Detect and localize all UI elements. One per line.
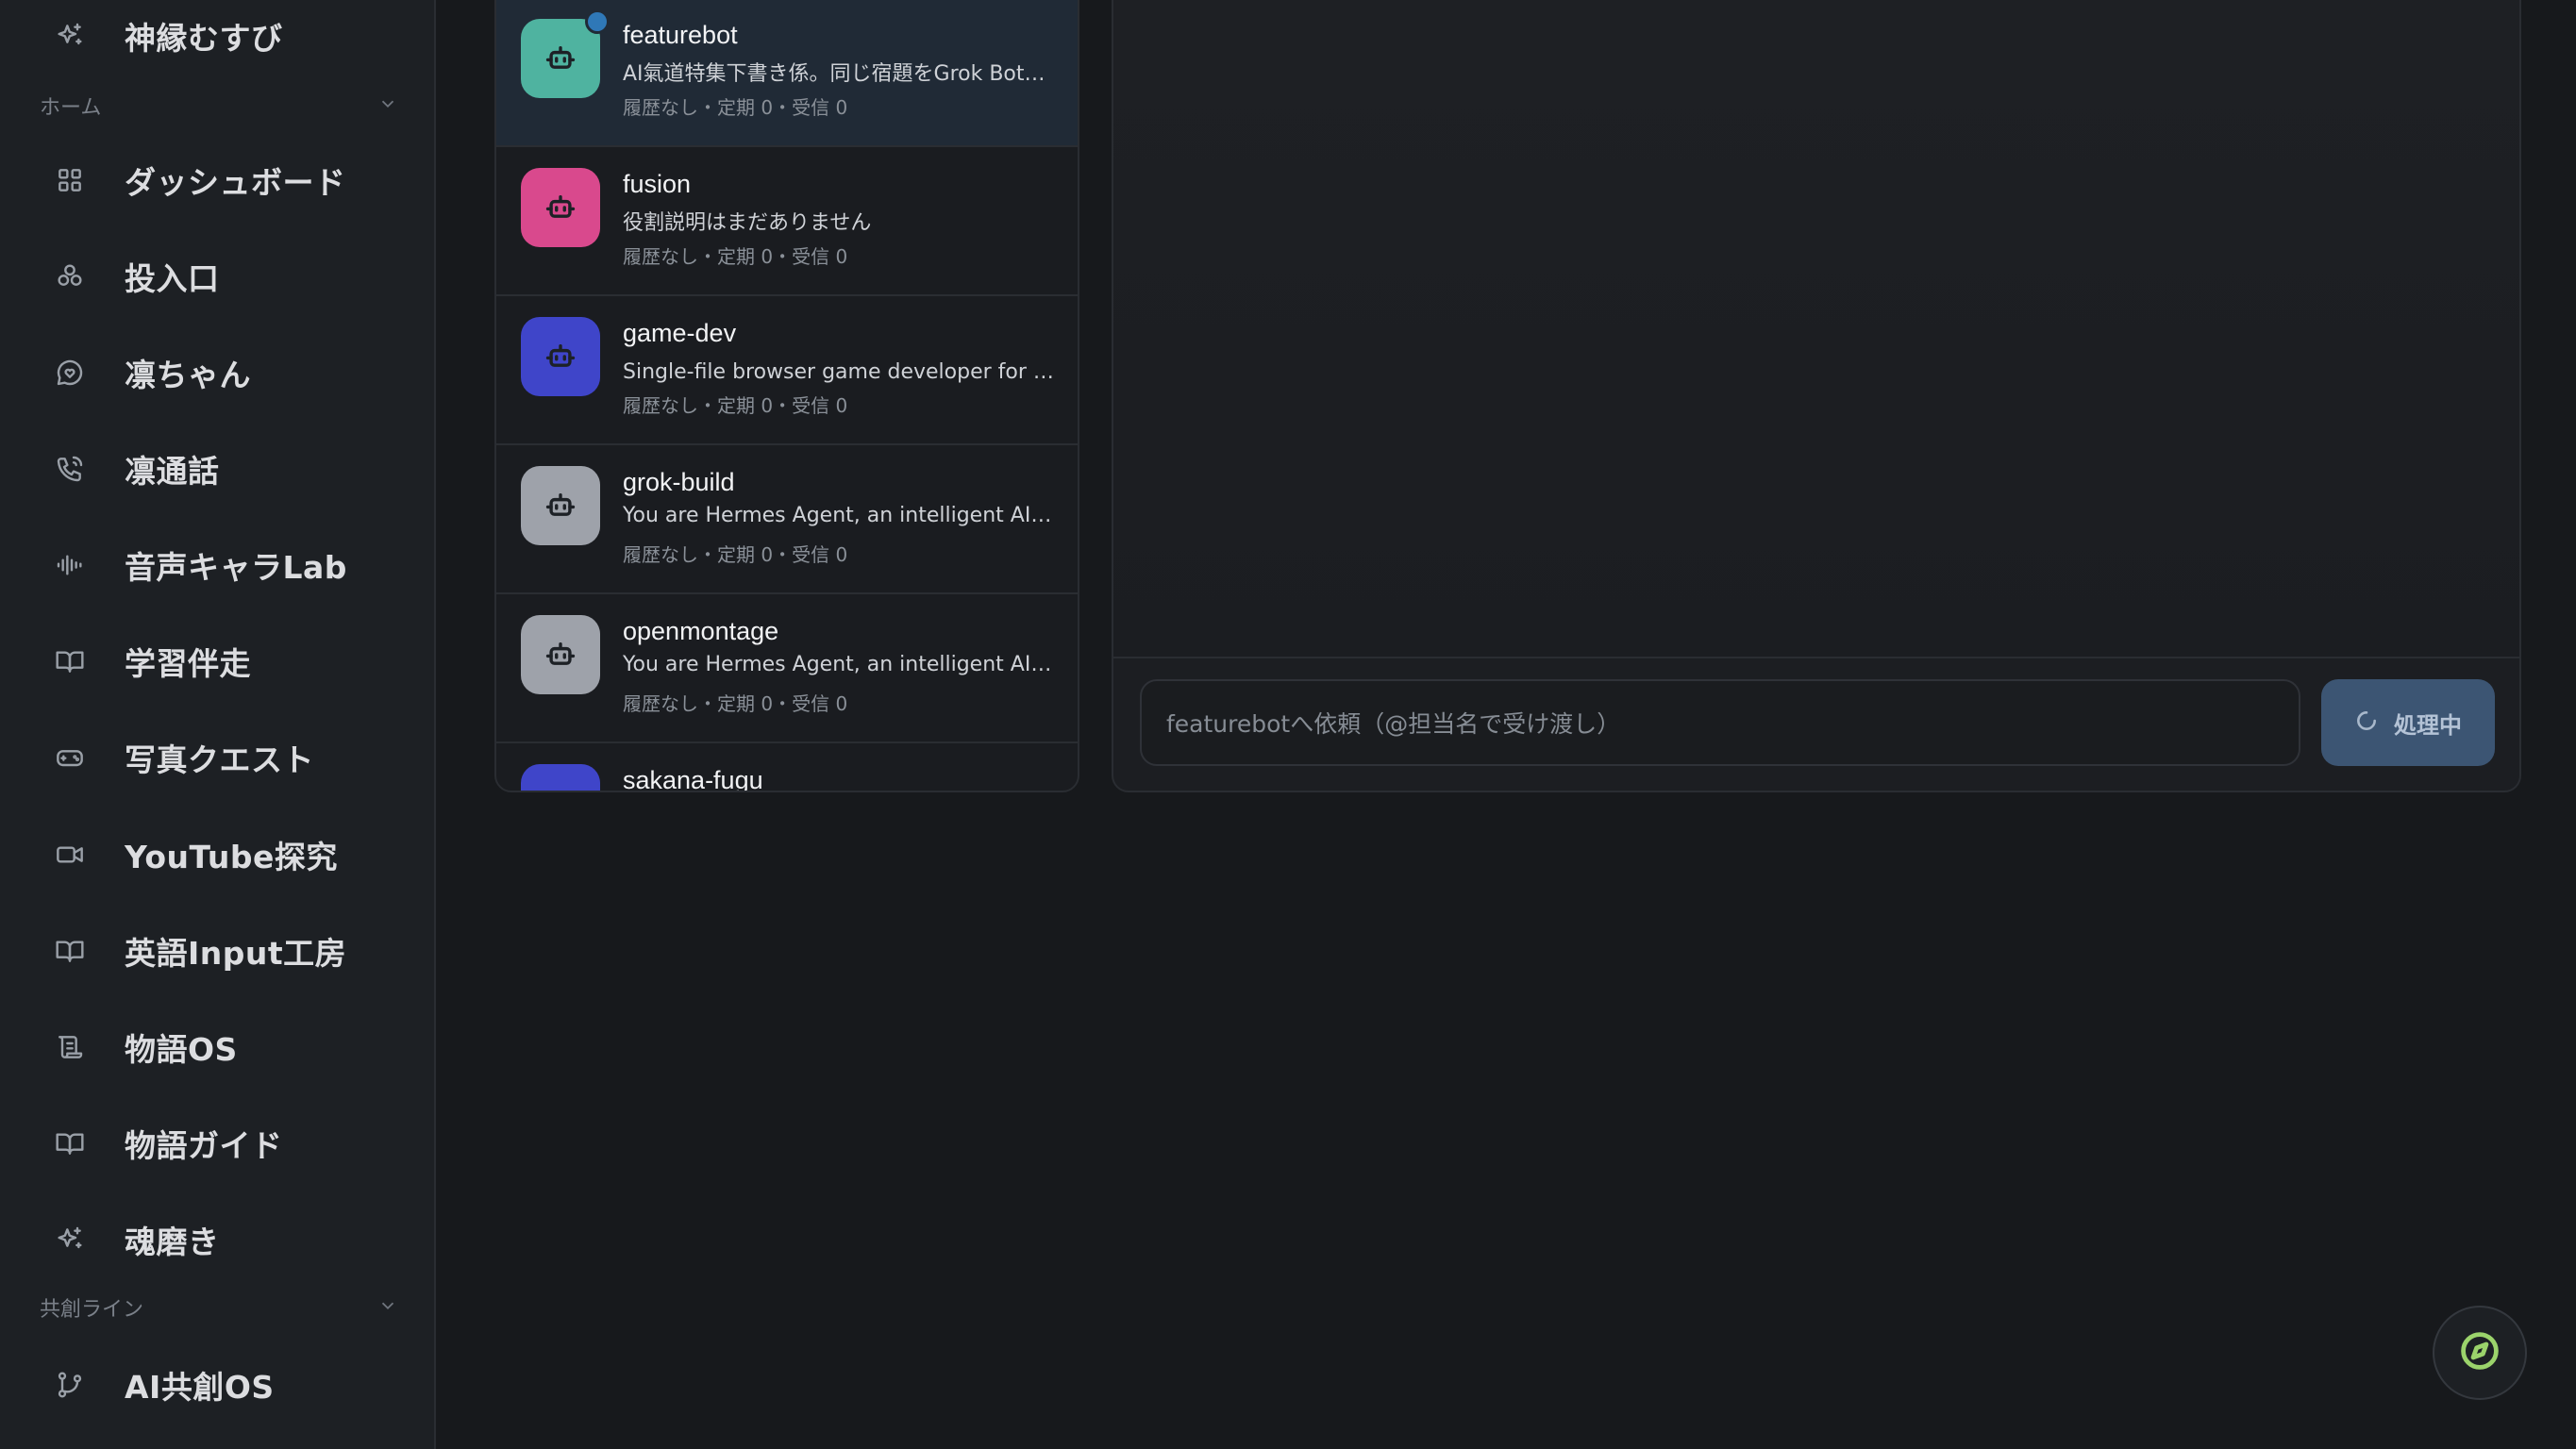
- audio-wave-icon: [38, 550, 106, 580]
- sidebar-item-label: 英語Input工房: [125, 935, 347, 972]
- agent-meta: 履歴なし・定期 0・受信 0: [623, 394, 848, 417]
- agent-name: openmontage: [623, 617, 779, 645]
- sidebar-item-shinen-musubi[interactable]: 神縁むすび: [38, 0, 396, 74]
- agent-row-featurebot[interactable]: featurebot AI氣道特集下書き係。同じ宿題をGrok Botと… 履歴…: [496, 0, 1078, 147]
- sidebar-item-soul-polish[interactable]: 魂磨き: [38, 1202, 396, 1277]
- sparkles-icon: [38, 1224, 106, 1255]
- agent-list: featurebot AI氣道特集下書き係。同じ宿題をGrok Botと… 履歴…: [494, 0, 1079, 792]
- sidebar-item-rin-chan[interactable]: 凛ちゃん: [38, 335, 396, 410]
- bot-icon: [545, 641, 576, 665]
- agent-description: You are Hermes Agent, an intelligent AI …: [623, 653, 1057, 676]
- sidebar-item-label: 凛通話: [125, 453, 220, 490]
- agent-meta: 履歴なし・定期 0・受信 0: [623, 692, 848, 715]
- agent-description: Single-file browser game developer for A…: [623, 360, 1057, 384]
- book-icon: [38, 1128, 106, 1158]
- bot-icon: [545, 194, 576, 218]
- avatar: [521, 615, 600, 694]
- bot-icon: [544, 788, 577, 792]
- agent-meta: 履歴なし・定期 0・受信 0: [623, 543, 848, 566]
- grid-icon: [38, 165, 106, 195]
- sidebar-item-label: 投入口: [125, 260, 220, 297]
- phone-icon: [38, 454, 106, 484]
- agent-name: game-dev: [623, 319, 737, 347]
- avatar: [521, 466, 600, 545]
- message-input[interactable]: featurebotへ依頼（@担当名で受け渡し）: [1140, 679, 2300, 766]
- agent-name: fusion: [623, 170, 692, 198]
- sidebar-item-voice-lab[interactable]: 音声キャラLab: [38, 527, 396, 603]
- agent-meta: 履歴なし・定期 0・受信 0: [623, 96, 848, 119]
- spinner-icon: [2354, 708, 2379, 737]
- bot-icon: [545, 343, 576, 367]
- agent-description: 役割説明はまだありません: [623, 211, 872, 235]
- sidebar-item-label: 学習伴走: [125, 645, 251, 682]
- agent-description: AI氣道特集下書き係。同じ宿題をGrok Botと…: [623, 62, 1057, 86]
- sidebar-item-ai-cocreation-os[interactable]: AI共創OS: [38, 1347, 396, 1423]
- sidebar-item-label: ダッシュボード: [125, 164, 346, 201]
- agent-name: sakana-fugu: [623, 766, 763, 792]
- git-branch-icon: [38, 1370, 106, 1400]
- message-area[interactable]: [1113, 0, 2519, 658]
- gamepad-icon: [38, 742, 106, 773]
- sidebar-item-youtube[interactable]: YouTube探究: [38, 817, 396, 892]
- group-label: ホーム: [40, 96, 102, 120]
- sidebar: 神縁むすび ホーム ダッシュボード 投入口 凛ちゃん 凛通話 音声キャラLab: [0, 0, 436, 1449]
- agent-name: featurebot: [623, 21, 738, 49]
- agent-name: grok-build: [623, 468, 735, 496]
- sidebar-item-label: 魂磨き: [125, 1224, 220, 1260]
- sidebar-item-story-guide[interactable]: 物語ガイド: [38, 1106, 396, 1181]
- sidebar-item-dashboard[interactable]: ダッシュボード: [38, 142, 396, 218]
- chevron-down-icon: [377, 1295, 398, 1320]
- processing-label: 処理中: [2394, 711, 2462, 739]
- group-header-cocreation[interactable]: 共創ライン: [40, 1289, 398, 1326]
- bot-icon: [545, 45, 576, 69]
- group-label: 共創ライン: [40, 1298, 144, 1322]
- agent-row-fusion[interactable]: fusion 役割説明はまだありません 履歴なし・定期 0・受信 0: [496, 147, 1078, 296]
- compass-button[interactable]: [2433, 1306, 2527, 1400]
- video-icon: [38, 840, 106, 870]
- sparkles-icon: [38, 21, 106, 51]
- sidebar-item-label: 物語OS: [125, 1031, 238, 1068]
- shapes-icon: [38, 261, 106, 291]
- chat-panel: featurebotへ依頼（@担当名で受け渡し） 処理中: [1112, 0, 2521, 792]
- sidebar-item-label: 神縁むすび: [125, 20, 283, 57]
- sidebar-item-label: 物語ガイド: [125, 1127, 283, 1164]
- sidebar-item-intake[interactable]: 投入口: [38, 239, 396, 314]
- avatar: [521, 168, 600, 247]
- sidebar-item-label: YouTube探究: [125, 839, 338, 875]
- sidebar-item-label: AI共創OS: [125, 1369, 275, 1406]
- bot-icon: [545, 492, 576, 516]
- book-icon: [38, 646, 106, 676]
- sidebar-item-label: 凛ちゃん: [125, 357, 251, 393]
- sidebar-item-label: 音声キャラLab: [125, 549, 347, 586]
- scroll-icon: [38, 1032, 106, 1062]
- sidebar-item-photo-quest[interactable]: 写真クエスト: [38, 720, 396, 795]
- processing-button[interactable]: 処理中: [2321, 679, 2495, 766]
- avatar: [521, 317, 600, 396]
- agent-row-game-dev[interactable]: game-dev Single-file browser game develo…: [496, 296, 1078, 445]
- heart-chat-icon: [38, 358, 106, 388]
- book-icon: [38, 936, 106, 966]
- group-header-home[interactable]: ホーム: [40, 87, 398, 125]
- agent-meta: 履歴なし・定期 0・受信 0: [623, 245, 848, 268]
- avatar: [521, 764, 600, 792]
- agent-description: You are Hermes Agent, an intelligent AI …: [623, 504, 1057, 527]
- sidebar-item-rin-call[interactable]: 凛通話: [38, 431, 396, 507]
- sidebar-item-english-input[interactable]: 英語Input工房: [38, 913, 396, 989]
- chevron-down-icon: [377, 93, 398, 118]
- sidebar-item-label: 写真クエスト: [125, 741, 314, 778]
- status-dot: [585, 9, 610, 34]
- agent-row-openmontage[interactable]: openmontage You are Hermes Agent, an int…: [496, 594, 1078, 743]
- agent-row-grok-build[interactable]: grok-build You are Hermes Agent, an inte…: [496, 445, 1078, 594]
- agent-row-sakana-fugu[interactable]: sakana-fugu: [496, 743, 1078, 792]
- compass-icon: [2459, 1330, 2501, 1375]
- input-placeholder: featurebotへ依頼（@担当名で受け渡し）: [1166, 710, 1621, 738]
- sidebar-item-story-os[interactable]: 物語OS: [38, 1009, 396, 1085]
- sidebar-item-learning[interactable]: 学習伴走: [38, 624, 396, 699]
